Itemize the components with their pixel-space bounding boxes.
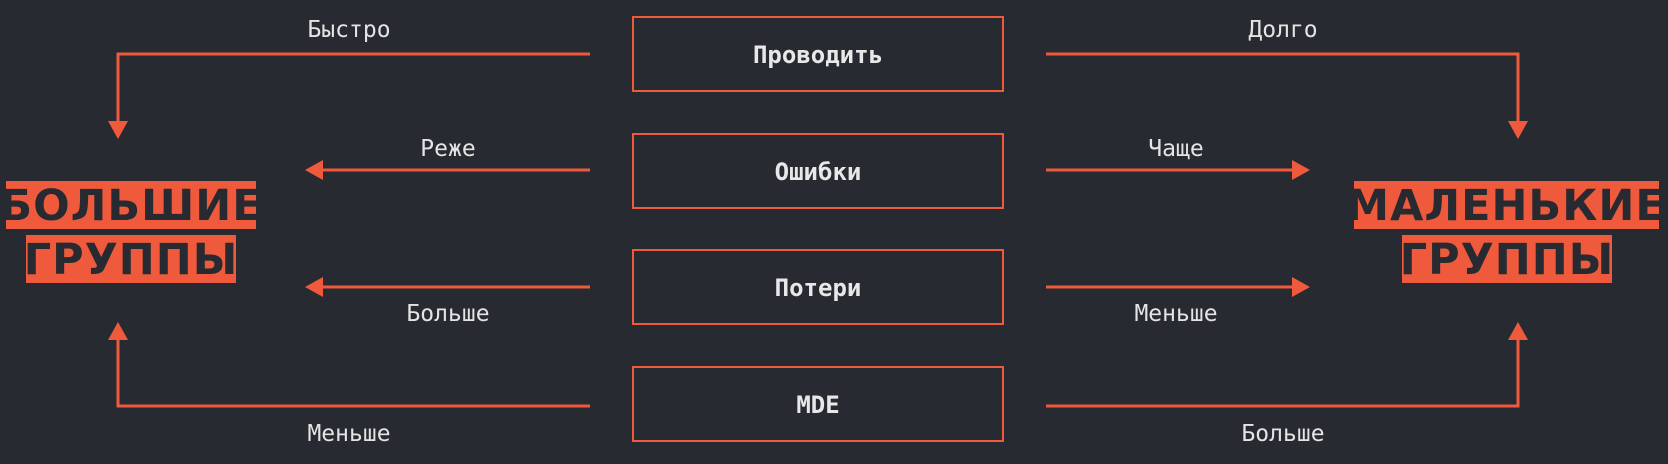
arrow-mde-left <box>116 338 590 408</box>
factor-box-conduct: Проводить <box>632 16 1004 92</box>
arrowhead-mde-left <box>108 322 128 340</box>
factor-row-errors: Ошибки Реже Чаще <box>305 133 1310 209</box>
edge-label-errors-right: Чаще <box>1148 136 1203 162</box>
edge-label-mde-left: Меньше <box>307 421 390 447</box>
right-group-heading: МАЛЕНЬКИЕ ГРУППЫ <box>1346 181 1665 285</box>
factor-row-mde: MDE Меньше Больше <box>108 322 1528 447</box>
arrowhead-errors-left <box>305 160 323 180</box>
comparison-diagram: БОЛЬШИЕ ГРУППЫ МАЛЕНЬКИЕ ГРУППЫ Проводит… <box>0 16 1665 447</box>
arrowhead-conduct-left <box>108 121 128 139</box>
edge-label-errors-left: Реже <box>420 136 475 162</box>
factor-box-losses: Потери <box>632 249 1004 325</box>
arrowhead-losses-left <box>305 277 323 297</box>
factor-label-conduct: Проводить <box>753 41 883 69</box>
factor-label-mde: MDE <box>796 391 839 419</box>
left-group-heading: БОЛЬШИЕ ГРУППЫ <box>0 181 263 285</box>
edge-label-conduct-left: Быстро <box>307 17 390 43</box>
left-heading-line2: ГРУППЫ <box>24 235 239 285</box>
factor-row-conduct: Проводить Быстро Долго <box>108 16 1528 139</box>
arrow-mde-right <box>1046 338 1520 408</box>
edge-label-losses-right: Меньше <box>1134 301 1217 327</box>
arrow-conduct-left <box>116 52 590 123</box>
factor-row-losses: Потери Больше Меньше <box>305 249 1310 327</box>
edge-label-losses-left: Больше <box>406 301 489 327</box>
arrow-conduct-right <box>1046 52 1520 123</box>
arrowhead-losses-right <box>1292 277 1310 297</box>
edge-label-conduct-right: Долго <box>1248 17 1317 43</box>
edge-label-mde-right: Больше <box>1241 421 1324 447</box>
arrowhead-mde-right <box>1508 322 1528 340</box>
factor-label-errors: Ошибки <box>775 158 862 186</box>
factor-box-errors: Ошибки <box>632 133 1004 209</box>
factor-label-losses: Потери <box>775 274 862 302</box>
factor-box-mde: MDE <box>632 366 1004 442</box>
right-heading-line2: ГРУППЫ <box>1400 235 1615 285</box>
right-heading-line1: МАЛЕНЬКИЕ <box>1346 181 1665 231</box>
left-heading-line1: БОЛЬШИЕ <box>0 181 263 231</box>
arrowhead-conduct-right <box>1508 121 1528 139</box>
arrowhead-errors-right <box>1292 160 1310 180</box>
